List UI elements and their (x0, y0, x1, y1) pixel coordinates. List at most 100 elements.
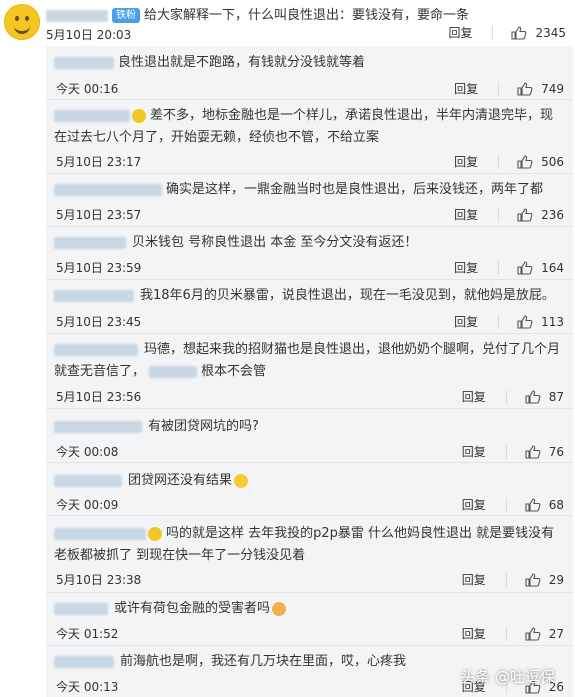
reply-time: 今天 01:52 (56, 627, 119, 641)
like-thumb-icon[interactable] (525, 497, 541, 512)
reply-button[interactable]: 回复 (462, 496, 486, 513)
reply-actions: 回复 68 (462, 496, 564, 513)
username-blurred[interactable] (54, 474, 122, 487)
reply-text: 或许有荷包金融的受害者吗 (114, 601, 271, 616)
divider (498, 314, 500, 329)
username-blurred[interactable] (54, 56, 114, 69)
reply-time: 5月10日 23:59 (56, 261, 142, 275)
comment-time: 5月10日 20:03 (46, 28, 132, 42)
like-count: 164 (541, 260, 564, 275)
avatar-smile-icon[interactable] (4, 4, 40, 40)
reply-button[interactable]: 回复 (462, 571, 486, 588)
username-blurred[interactable] (54, 289, 134, 302)
like-thumb-icon[interactable] (525, 389, 541, 404)
shocked-emoji-icon (148, 526, 162, 541)
comment-actions: 回复 2345 (448, 24, 566, 41)
reply-actions: 回复 113 (454, 313, 564, 330)
reply-text: 前海航也是啊，我还有几万块在里面，哎，心疼我 (120, 654, 407, 669)
like-thumb-icon[interactable] (517, 260, 533, 275)
username-blurred[interactable] (54, 527, 146, 540)
reply-button[interactable]: 回复 (454, 206, 478, 223)
reply-time: 今天 00:08 (56, 445, 119, 459)
divider (505, 389, 507, 404)
like-thumb-icon[interactable] (525, 626, 541, 641)
reply-time: 5月10日 23:17 (56, 155, 142, 169)
divider (46, 592, 573, 593)
divider (46, 279, 573, 280)
like-count: 506 (541, 154, 564, 169)
username-blurred[interactable] (54, 602, 108, 615)
reply-actions: 回复 76 (462, 443, 564, 460)
username-blurred[interactable] (46, 9, 108, 22)
divider (46, 173, 573, 174)
divider (505, 497, 507, 512)
top-comment: 铁粉 给大家解释一下，什么叫良性退出：要钱没有，要命一条 5月10日 20:03 … (0, 0, 575, 50)
divider (498, 154, 500, 169)
username-blurred[interactable] (54, 236, 126, 249)
like-count: 29 (548, 572, 564, 587)
reply-time: 今天 00:13 (56, 680, 119, 694)
like-count: 87 (548, 389, 564, 404)
divider (498, 81, 500, 96)
divider (46, 408, 573, 409)
divider (505, 444, 507, 459)
reply-button[interactable]: 回复 (454, 153, 478, 170)
reply-time: 今天 00:16 (56, 82, 119, 96)
username-blurred[interactable] (54, 420, 142, 433)
like-count: 27 (548, 626, 564, 641)
reply-text: 贝米钱包 号称良性退出 本金 至今分文没有返还！ (132, 235, 418, 250)
reply-time: 5月10日 23:38 (56, 573, 142, 587)
cat-emoji-icon (272, 601, 287, 616)
reply-button[interactable]: 回复 (462, 625, 486, 642)
divider (46, 226, 573, 227)
reply-button[interactable]: 回复 (462, 388, 486, 405)
username-blurred[interactable] (54, 109, 130, 122)
reply-time: 5月10日 23:56 (56, 390, 142, 404)
reply-actions: 回复 27 (462, 625, 564, 642)
divider (46, 99, 573, 100)
like-thumb-icon[interactable] (511, 25, 527, 40)
reply-time: 今天 00:09 (56, 498, 119, 512)
reply-button[interactable]: 回复 (454, 313, 478, 330)
reply-actions: 回复 236 (454, 206, 564, 223)
reply-actions: 回复 506 (454, 153, 564, 170)
username-blurred[interactable] (54, 343, 138, 356)
reply-actions: 回复 164 (454, 259, 564, 276)
like-count: 2345 (535, 25, 566, 40)
reply-button[interactable]: 回复 (454, 259, 478, 276)
divider (498, 260, 500, 275)
reply-text: 团贷网还没有结果 (128, 473, 233, 488)
reply-text: 确实是这样，一鼎金融当时也是良性退出，后来没钱还，两年了都 (166, 182, 544, 197)
reply-time: 5月10日 23:57 (56, 208, 142, 222)
crying-emoji-icon (234, 473, 249, 488)
reply-button[interactable]: 回复 (454, 80, 478, 97)
reply-button[interactable]: 回复 (448, 24, 472, 41)
reply-text: 良性退出就是不跑路，有钱就分没钱就等着 (118, 55, 366, 70)
like-thumb-icon[interactable] (517, 207, 533, 222)
reply-text-tail: 根本不会管 (201, 364, 267, 379)
reply-button[interactable]: 回复 (462, 443, 486, 460)
like-thumb-icon[interactable] (525, 444, 541, 459)
reply-time: 5月10日 23:45 (56, 315, 142, 329)
username-blurred[interactable] (54, 183, 162, 196)
like-thumb-icon[interactable] (525, 572, 541, 587)
divider (505, 572, 507, 587)
watermark: 头条 @吐逗保 (460, 668, 555, 686)
like-count: 749 (541, 81, 564, 96)
like-thumb-icon[interactable] (517, 154, 533, 169)
divider (492, 25, 494, 40)
divider (46, 645, 573, 646)
reply-text: 有被团贷网坑的吗? (148, 419, 259, 434)
shocked-emoji-icon (132, 108, 146, 123)
like-thumb-icon[interactable] (517, 314, 533, 329)
reply-panel: 良性退出就是不跑路，有钱就分没钱就等着 今天 00:16 回复 749 差不多，… (46, 46, 573, 697)
like-count: 68 (548, 497, 564, 512)
divider (498, 207, 500, 222)
divider (46, 462, 573, 463)
username-blurred[interactable] (54, 655, 114, 668)
redacted-text (149, 365, 198, 378)
top-comment-line: 铁粉 给大家解释一下，什么叫良性退出：要钱没有，要命一条 (46, 4, 469, 23)
like-thumb-icon[interactable] (517, 81, 533, 96)
divider (46, 333, 573, 334)
reply-actions: 回复 87 (462, 388, 564, 405)
